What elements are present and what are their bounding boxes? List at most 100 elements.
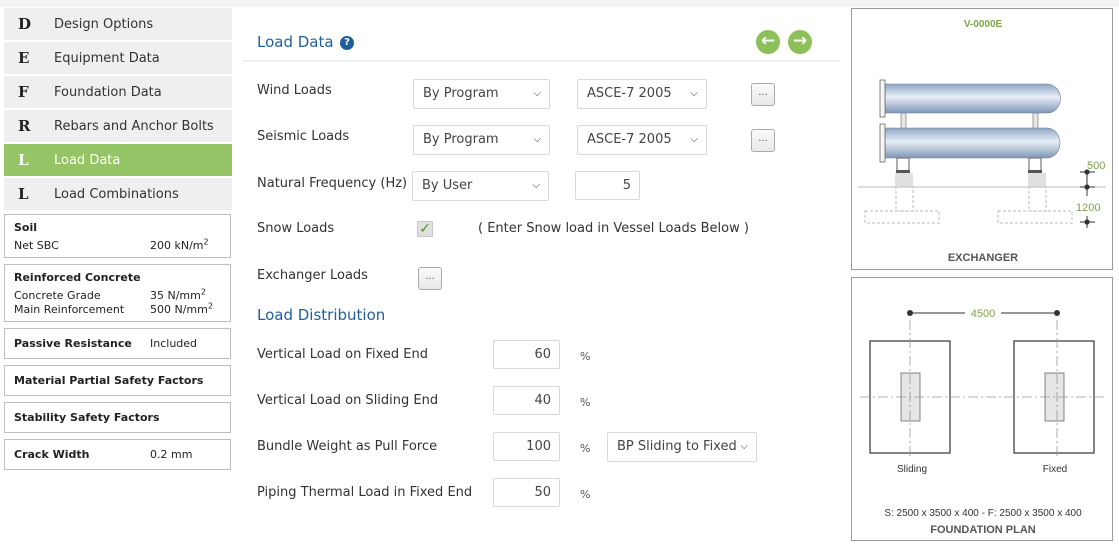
frequency-method-select[interactable]: By User ⌵ (412, 171, 549, 201)
buried-pedestal (1028, 186, 1047, 212)
wind-method-value: By Program (423, 86, 499, 101)
bundle-weight-input[interactable]: 100 (493, 432, 560, 461)
soil-box[interactable]: Soil Net SBC 200 kN/m2 (4, 214, 231, 258)
piping-thermal-unit: % (580, 488, 591, 501)
concrete-box[interactable]: Reinforced Concrete Concrete Grade 35 N/… (4, 264, 231, 322)
bundle-weight-label: Bundle Weight as Pull Force (257, 439, 438, 454)
lower-shell (884, 127, 1061, 159)
nav-item-foundation-data[interactable]: F Foundation Data (4, 76, 232, 108)
exchanger-diagram: V-0000E 500 1200 EXCHANGER (858, 19, 1106, 264)
saddle-base (1028, 170, 1042, 173)
main-panel: Load Data ? ← → Wind Loads By Program ⌵ … (242, 0, 840, 548)
previous-arrow-icon[interactable]: ← (756, 30, 780, 54)
natural-frequency-label: Natural Frequency (Hz) (257, 176, 408, 191)
piping-thermal-input[interactable]: 50 (493, 478, 560, 507)
nav-item-design-options[interactable]: D Design Options (4, 8, 232, 40)
bundle-weight-unit: % (580, 442, 591, 455)
nav-item-rebars-anchor-bolts[interactable]: R Rebars and Anchor Bolts (4, 110, 232, 142)
nav-label: Load Data (54, 152, 121, 168)
seismic-code-select[interactable]: ASCE-7 2005 ⌵ (577, 125, 707, 155)
nav-letter: L (18, 151, 29, 169)
pull-direction-select[interactable]: BP Sliding to Fixed ⌵ (607, 432, 757, 462)
fixed-end-label: Vertical Load on Fixed End (257, 347, 428, 362)
crack-width-value: 0.2 mm (150, 448, 193, 461)
pull-direction-value: BP Sliding to Fixed (617, 439, 737, 454)
seismic-loads-label: Seismic Loads (257, 129, 350, 144)
chevron-down-icon: ⌵ (532, 180, 540, 191)
wind-code-select[interactable]: ASCE-7 2005 ⌵ (577, 79, 707, 109)
chevron-down-icon: ⌵ (740, 441, 748, 452)
crack-width-label: Crack Width (14, 448, 90, 461)
saddle-left (896, 157, 910, 172)
wind-loads-label: Wind Loads (257, 83, 332, 98)
dim-point (1084, 219, 1090, 225)
pedestal-right (1028, 173, 1046, 187)
help-icon[interactable]: ? (340, 36, 354, 50)
upper-shell (884, 83, 1061, 114)
soil-title: Soil (14, 221, 38, 234)
page-title: Load Data (257, 33, 334, 51)
net-sbc-value: 200 kN/m2 (150, 237, 209, 252)
passive-resistance-box[interactable]: Passive Resistance Included (4, 328, 231, 359)
footing-right (997, 210, 1073, 224)
crack-width-box[interactable]: Crack Width 0.2 mm (4, 439, 231, 470)
nav-letter: E (18, 49, 30, 67)
foundation-sizes: S: 2500 x 3500 x 400 - F: 2500 x 3500 x … (884, 508, 1082, 519)
next-arrow-icon[interactable]: → (788, 30, 812, 54)
buried-pedestal (895, 186, 914, 212)
frequency-input[interactable]: 5 (575, 171, 640, 200)
snow-loads-note: ( Enter Snow load in Vessel Loads Below … (478, 221, 749, 236)
nav-item-load-combinations[interactable]: L Load Combinations (4, 178, 232, 210)
shell-spacer (900, 112, 907, 130)
lower-flange (879, 123, 886, 163)
footing-spacing-dim: 4500 (971, 308, 995, 320)
fixed-end-input[interactable]: 60 (493, 340, 560, 369)
concrete-grade-label: Concrete Grade (14, 289, 101, 302)
exchanger-diagram-panel: V-0000E 500 1200 EXCHANGER (851, 8, 1113, 270)
concrete-grade-value: 35 N/mm2 (150, 287, 206, 302)
nav-item-load-data[interactable]: L Load Data (4, 144, 232, 176)
footing-depth-dim: 1200 (1076, 202, 1100, 214)
material-factors-label: Material Partial Safety Factors (14, 374, 204, 387)
saddle-right (1028, 157, 1042, 172)
exchanger-loads-button[interactable]: ... (418, 267, 442, 290)
nav-letter: L (18, 185, 29, 203)
nav-letter: F (18, 83, 29, 101)
nav-label: Design Options (54, 16, 154, 32)
concrete-title: Reinforced Concrete (14, 271, 141, 284)
fixed-label: Fixed (1043, 464, 1067, 475)
sliding-end-input[interactable]: 40 (493, 386, 560, 415)
wind-code-value: ASCE-7 2005 (587, 86, 672, 101)
page-header: Load Data ? ← → (242, 26, 840, 62)
pedestal-height-dim: 500 (1087, 160, 1105, 172)
passive-resistance-label: Passive Resistance (14, 337, 132, 350)
material-factors-box[interactable]: Material Partial Safety Factors (4, 365, 231, 396)
foundation-plan-caption: FOUNDATION PLAN (930, 524, 1036, 536)
wind-details-button[interactable]: ... (751, 83, 775, 106)
nav-label: Foundation Data (54, 84, 162, 100)
chevron-down-icon: ⌵ (690, 88, 698, 99)
fixed-end-unit: % (580, 350, 591, 363)
footing-left (864, 210, 940, 224)
exchanger-caption: EXCHANGER (948, 252, 1018, 264)
pedestal-left (895, 173, 913, 187)
piping-thermal-label: Piping Thermal Load in Fixed End (257, 485, 473, 500)
stability-factors-box[interactable]: Stability Safety Factors (4, 402, 231, 433)
foundation-plan-diagram: 4500 Sliding Fixed S: 2500 x 3500 x 400 … (860, 308, 1106, 536)
seismic-code-value: ASCE-7 2005 (587, 132, 672, 147)
snow-loads-label: Snow Loads (257, 221, 335, 236)
equipment-tag: V-0000E (964, 19, 1003, 30)
wind-method-select[interactable]: By Program ⌵ (413, 79, 550, 109)
main-reinforcement-value: 500 N/mm2 (150, 301, 213, 316)
seismic-details-button[interactable]: ... (751, 129, 775, 152)
foundation-plan-panel: 4500 Sliding Fixed S: 2500 x 3500 x 400 … (851, 277, 1113, 541)
chevron-down-icon: ⌵ (690, 134, 698, 145)
stability-factors-label: Stability Safety Factors (14, 411, 160, 424)
nav-item-equipment-data[interactable]: E Equipment Data (4, 42, 232, 74)
exchanger-loads-label: Exchanger Loads (257, 268, 368, 283)
seismic-method-select[interactable]: By Program ⌵ (413, 125, 550, 155)
sliding-end-unit: % (580, 396, 591, 409)
nav-letter: R (18, 117, 31, 135)
snow-loads-checkbox[interactable]: ✓ (417, 221, 433, 237)
sliding-end-label: Vertical Load on Sliding End (257, 393, 439, 408)
